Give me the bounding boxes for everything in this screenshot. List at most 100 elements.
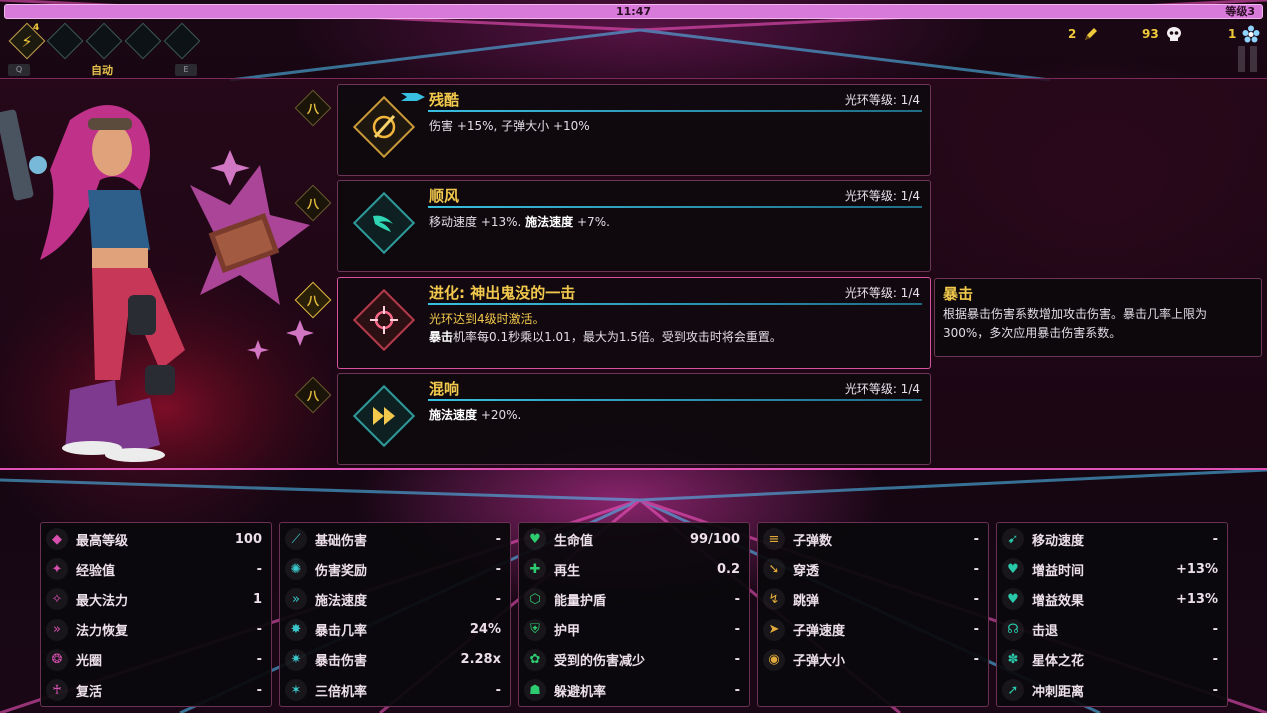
- pause-button[interactable]: [1236, 46, 1258, 74]
- stat-row[interactable]: ⬡ 能量护盾 -: [524, 587, 744, 611]
- stat-value: -: [495, 531, 501, 547]
- triple-icon: ✶: [285, 679, 307, 701]
- stat-row[interactable]: ◉ 子弹大小 -: [763, 648, 983, 672]
- stat-row[interactable]: ✧ 最大法力 1: [46, 587, 266, 611]
- stat-row[interactable]: ⟋ 基础伤害 -: [285, 527, 505, 551]
- stat-name: 增益时间: [1032, 563, 1085, 579]
- key-hint-q: Q: [8, 64, 30, 76]
- stat-value: -: [1212, 682, 1218, 698]
- stat-value: -: [256, 622, 262, 638]
- stat-row[interactable]: ✽ 星体之花 -: [1002, 648, 1222, 672]
- stat-name: 最大法力: [76, 593, 129, 609]
- stat-row[interactable]: ✚ 再生 0.2: [524, 557, 744, 581]
- stat-value: -: [256, 682, 262, 698]
- pencil-icon: [1082, 25, 1100, 43]
- buff-effect-icon: ♥: [1002, 588, 1024, 611]
- stat-name: 子弹数: [793, 533, 833, 549]
- player-level: 等级3: [1225, 5, 1255, 18]
- stat-row[interactable]: ✦ 经验值 -: [46, 557, 266, 581]
- stat-row[interactable]: ➘ 穿透 -: [763, 557, 983, 581]
- xp-icon: ✦: [46, 558, 68, 581]
- stat-value: -: [973, 622, 979, 638]
- slash-icon: [352, 95, 416, 159]
- armor-icon: ⛨: [524, 618, 546, 641]
- aura-title: 残酷: [429, 91, 460, 109]
- aura-card-reverb[interactable]: 混响 光环等级: 1/4 施法速度 +20%.: [337, 373, 931, 465]
- aura-card-evolution[interactable]: 进化: 神出鬼没的一击 光环等级: 1/4 光环达到4级时激活。 暴击机率每0.…: [337, 277, 931, 369]
- tooltip-title: 暴击: [943, 285, 974, 303]
- stat-value: -: [734, 652, 740, 668]
- stat-row[interactable]: ♰ 复活 -: [46, 678, 266, 702]
- new-arrow-icon: [401, 93, 425, 101]
- stat-value: 100: [234, 531, 262, 547]
- pencil-count: 2: [1068, 27, 1077, 41]
- crit-chance-icon: ✸: [285, 618, 307, 641]
- fast-forward-icon: [352, 384, 416, 448]
- flower-icon: [1242, 25, 1260, 43]
- auto-toggle-label[interactable]: 自动: [91, 62, 113, 78]
- stat-name: 子弹大小: [793, 654, 846, 670]
- aura-description: 施法速度 +20%.: [429, 408, 522, 422]
- aura-card-cruelty[interactable]: 残酷 光环等级: 1/4 伤害 +15%, 子弹大小 +10%: [337, 84, 931, 176]
- aura-description: 伤害 +15%, 子弹大小 +10%: [429, 119, 590, 133]
- stat-value: -: [256, 561, 262, 577]
- stat-row[interactable]: ☊ 击退 -: [1002, 618, 1222, 642]
- stat-row[interactable]: ☗ 躲避机率 -: [524, 678, 744, 702]
- stat-value: 99/100: [690, 531, 740, 547]
- stat-row[interactable]: » 法力恢复 -: [46, 618, 266, 642]
- resource-kills: 93: [1142, 25, 1183, 43]
- stat-row[interactable]: ♥ 增益效果 +13%: [1002, 587, 1222, 611]
- move-speed-icon: ➹: [1002, 528, 1024, 550]
- dodge-icon: ☗: [524, 679, 546, 701]
- stat-row[interactable]: ✺ 伤害奖励 -: [285, 557, 505, 581]
- stat-name: 复活: [76, 684, 103, 700]
- damage-icon: ⟋: [285, 528, 307, 550]
- stat-name: 受到的伤害减少: [554, 654, 646, 670]
- aura-badge-1-label: 八: [306, 101, 319, 116]
- stat-row[interactable]: ♥ 生命值 99/100: [524, 527, 744, 551]
- run-timer: 11:47: [615, 5, 651, 18]
- aura-level: 光环等级: 1/4: [844, 189, 920, 203]
- aura-badge-3-label: 八: [306, 293, 319, 308]
- stat-row[interactable]: ✸ 暴击几率 24%: [285, 618, 505, 642]
- crit-damage-icon: ✷: [285, 648, 307, 671]
- stat-row[interactable]: ≡ 子弹数 -: [763, 527, 983, 551]
- stat-row[interactable]: ✿ 受到的伤害减少 -: [524, 648, 744, 672]
- stat-row[interactable]: ✷ 暴击伤害 2.28x: [285, 648, 505, 672]
- tooltip-body: 根据暴击伤害系数增加攻击伤害。暴击几率上限为300%，多次应用暴击伤害系数。: [943, 307, 1208, 340]
- kill-count: 93: [1142, 27, 1159, 41]
- stat-row[interactable]: ♥ 增益时间 +13%: [1002, 557, 1222, 581]
- flower-count: 1: [1228, 27, 1237, 41]
- stat-value: 2.28x: [460, 652, 501, 668]
- stat-value: -: [1212, 531, 1218, 547]
- mana-icon: ✧: [46, 588, 68, 611]
- stat-row[interactable]: ✶ 三倍机率 -: [285, 678, 505, 702]
- dash-icon: ➚: [1002, 679, 1024, 701]
- stat-row[interactable]: ➚ 冲刺距离 -: [1002, 678, 1222, 702]
- key-hint-e: E: [175, 64, 197, 76]
- stat-name: 伤害奖励: [315, 563, 368, 579]
- stat-value: 24%: [469, 622, 501, 638]
- stat-row[interactable]: ❂ 光圈 -: [46, 648, 266, 672]
- heart-icon: ♥: [524, 528, 546, 550]
- keyword-tooltip: 暴击 根据暴击伤害系数增加攻击伤害。暴击几率上限为300%，多次应用暴击伤害系数…: [934, 278, 1262, 357]
- stat-row[interactable]: » 施法速度 -: [285, 587, 505, 611]
- stat-value: -: [973, 652, 979, 668]
- stat-name: 增益效果: [1032, 593, 1085, 609]
- damage-reduction-icon: ✿: [524, 648, 546, 671]
- stat-row[interactable]: ◆ 最高等级 100: [46, 527, 266, 551]
- stat-value: -: [734, 622, 740, 638]
- aura-card-tailwind[interactable]: 顺风 光环等级: 1/4 移动速度 +13%. 施法速度 +7%.: [337, 180, 931, 272]
- stat-name: 暴击伤害: [315, 654, 368, 670]
- wind-wing-icon: [352, 191, 416, 255]
- stat-row[interactable]: ⛨ 护甲 -: [524, 618, 744, 642]
- stat-name: 生命值: [554, 533, 594, 549]
- stat-row[interactable]: ➹ 移动速度 -: [1002, 527, 1222, 551]
- stat-name: 三倍机率: [315, 684, 368, 700]
- stat-name: 跳弹: [793, 593, 820, 609]
- stat-row[interactable]: ↯ 跳弹 -: [763, 587, 983, 611]
- astral-flower-icon: ✽: [1002, 648, 1024, 671]
- stat-row[interactable]: ➤ 子弹速度 -: [763, 618, 983, 642]
- stat-value: -: [734, 682, 740, 698]
- stat-value: 0.2: [716, 561, 740, 577]
